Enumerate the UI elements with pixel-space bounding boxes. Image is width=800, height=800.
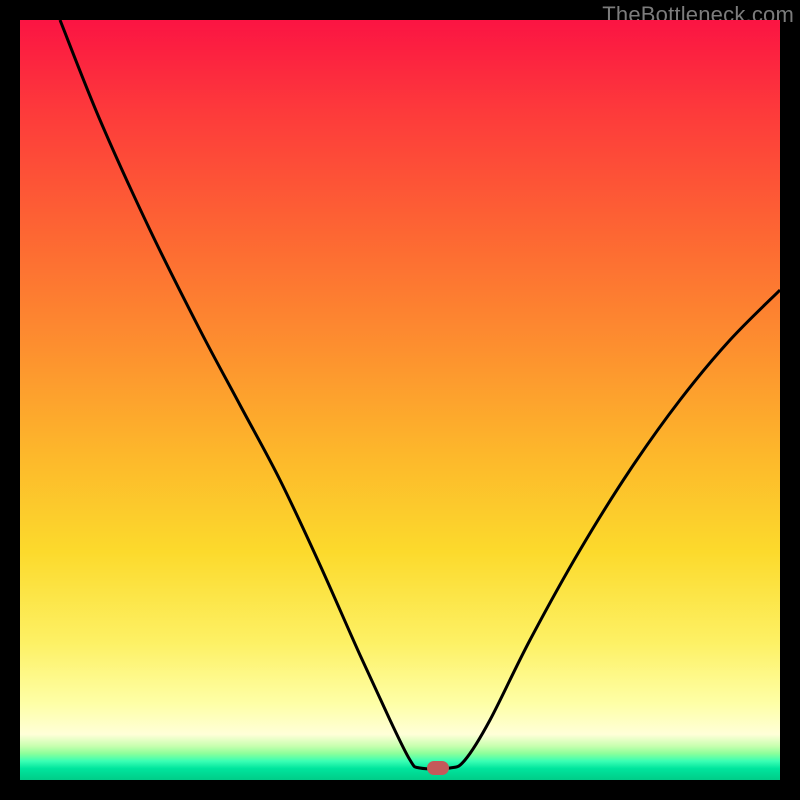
optimal-point-marker: [427, 761, 449, 775]
plot-area: [20, 20, 780, 780]
bottleneck-curve-path: [60, 20, 780, 769]
chart-frame: TheBottleneck.com: [0, 0, 800, 800]
bottleneck-curve: [20, 20, 780, 780]
